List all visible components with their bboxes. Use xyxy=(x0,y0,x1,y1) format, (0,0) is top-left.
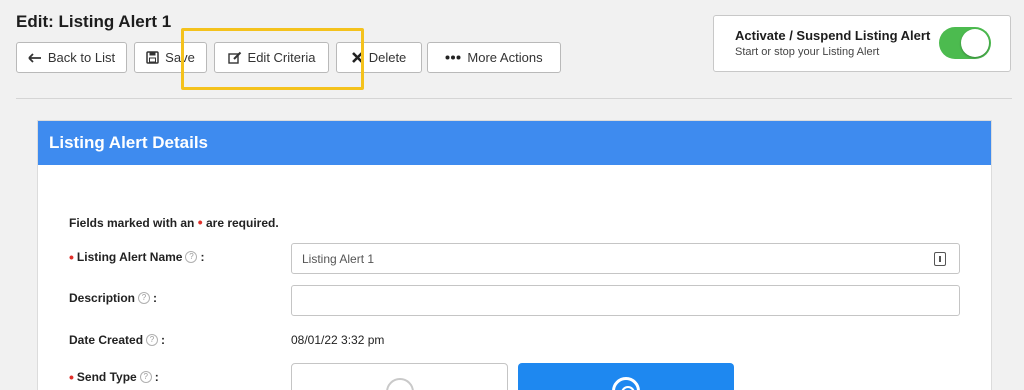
delete-label: Delete xyxy=(368,50,407,65)
contact-card-icon[interactable] xyxy=(934,252,946,266)
listing-alert-name-text: Listing Alert Name xyxy=(76,250,183,264)
activate-toggle[interactable] xyxy=(939,27,991,59)
listing-alert-name-label: • Listing Alert Name ? : xyxy=(69,249,204,265)
question-icon[interactable]: ? xyxy=(139,371,152,383)
ellipsis-icon xyxy=(445,55,461,60)
listing-alert-name-value: Listing Alert 1 xyxy=(302,251,375,266)
edit-pencil-icon xyxy=(227,51,241,64)
edit-criteria-button[interactable]: Edit Criteria xyxy=(214,42,329,73)
listing-alert-details-panel: Listing Alert Details Fields marked with… xyxy=(37,120,992,390)
question-icon[interactable]: ? xyxy=(138,292,151,304)
label-colon: : xyxy=(154,370,159,384)
more-actions-button[interactable]: More Actions xyxy=(427,42,561,73)
page-title: Edit: Listing Alert 1 xyxy=(16,12,172,31)
edit-criteria-label: Edit Criteria xyxy=(247,50,316,65)
radio-selected-icon xyxy=(612,377,640,390)
send-type-option-selected[interactable] xyxy=(518,363,734,390)
back-to-list-label: Back to List xyxy=(47,50,116,65)
x-icon xyxy=(351,52,363,63)
radio-icon xyxy=(385,378,414,390)
date-created-label: Date Created ? : xyxy=(69,333,165,347)
label-colon: : xyxy=(200,250,205,264)
floppy-disk-icon xyxy=(146,51,159,64)
description-text: Description xyxy=(69,291,136,305)
required-note: Fields marked with an • are required. xyxy=(69,214,279,230)
question-icon[interactable]: ? xyxy=(146,334,159,346)
arrow-left-icon xyxy=(28,52,41,63)
date-created-text: Date Created xyxy=(69,333,144,347)
toggle-knob xyxy=(961,29,989,57)
date-created-value: 08/01/22 3:32 pm xyxy=(291,333,385,347)
required-note-prefix: Fields marked with an xyxy=(69,216,195,230)
required-marker: • xyxy=(69,369,74,385)
more-actions-label: More Actions xyxy=(467,50,543,65)
back-to-list-button[interactable]: Back to List xyxy=(16,42,127,73)
delete-button[interactable]: Delete xyxy=(336,42,422,73)
description-input[interactable] xyxy=(291,285,960,316)
divider xyxy=(16,98,1012,99)
required-note-suffix: are required. xyxy=(205,216,279,230)
save-label: Save xyxy=(165,50,195,65)
send-type-label: • Send Type ? : xyxy=(69,369,159,385)
listing-alert-name-input[interactable]: Listing Alert 1 xyxy=(291,243,960,274)
required-marker: • xyxy=(69,249,74,265)
send-type-text: Send Type xyxy=(76,370,137,384)
send-type-option-unselected[interactable] xyxy=(291,363,508,390)
activate-subtitle: Start or stop your Listing Alert xyxy=(735,46,880,58)
panel-header: Listing Alert Details xyxy=(38,121,991,165)
activate-suspend-panel: Activate / Suspend Listing Alert Start o… xyxy=(713,15,1011,72)
label-colon: : xyxy=(153,291,158,305)
description-label: Description ? : xyxy=(69,291,157,305)
save-button[interactable]: Save xyxy=(134,42,207,73)
required-marker: • xyxy=(197,214,203,230)
question-icon[interactable]: ? xyxy=(185,251,198,263)
label-colon: : xyxy=(161,333,166,347)
activate-title: Activate / Suspend Listing Alert xyxy=(735,28,931,43)
